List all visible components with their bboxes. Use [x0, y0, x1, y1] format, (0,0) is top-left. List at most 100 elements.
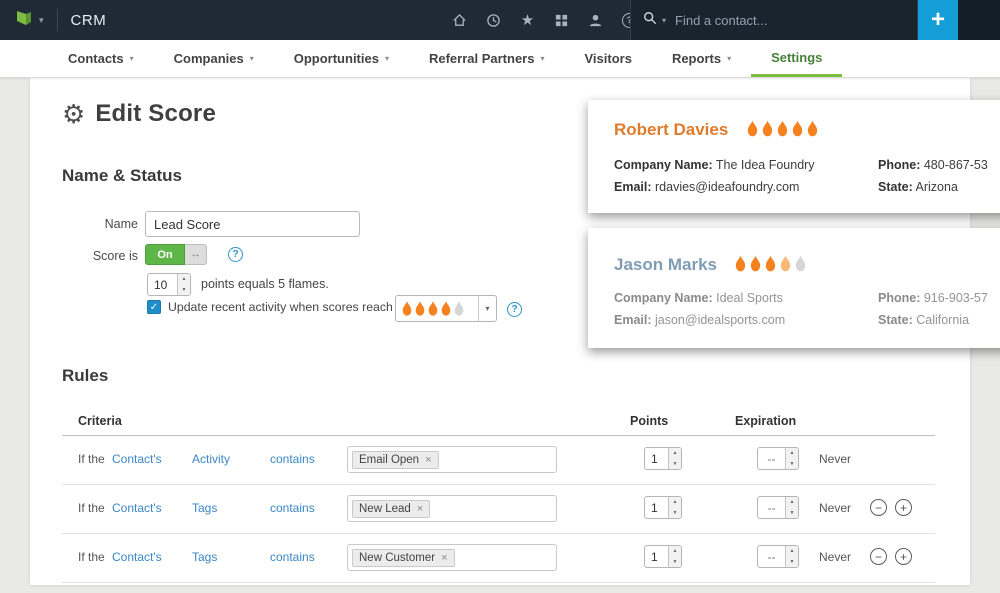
- rule-tag-input[interactable]: New Customer ×: [347, 544, 557, 571]
- add-rule-button[interactable]: +: [895, 548, 912, 565]
- stepper-arrows[interactable]: ▲▼: [668, 546, 681, 567]
- toggle-on-state: On: [145, 244, 185, 265]
- nav-companies[interactable]: Companies▾: [154, 40, 274, 77]
- stepper-arrows[interactable]: ▲▼: [785, 448, 798, 469]
- toggle-handle-icon[interactable]: ↔: [185, 244, 207, 265]
- flame-icon: [794, 255, 807, 272]
- rule-points-stepper[interactable]: 1 ▲▼: [644, 447, 682, 470]
- stepper-arrows[interactable]: ▲▼: [668, 497, 681, 518]
- update-activity-label: Update recent activity when scores reach: [168, 300, 393, 314]
- nav-referral-partners[interactable]: Referral Partners▾: [409, 40, 565, 77]
- contact-phone: Phone: 916-903-57: [878, 291, 988, 305]
- rule-entity-link[interactable]: Contact's: [112, 452, 162, 466]
- rule-prefix: If the: [78, 550, 105, 564]
- remove-rule-button[interactable]: −: [870, 548, 887, 565]
- favorites-icon[interactable]: ★: [520, 13, 535, 28]
- gear-icon: ⚙: [62, 101, 85, 127]
- user-icon[interactable]: [588, 13, 603, 28]
- name-status-heading: Name & Status: [62, 166, 182, 186]
- contact-flame-score: [746, 120, 819, 137]
- update-activity-checkbox[interactable]: ✓: [147, 300, 161, 314]
- contact-state: State: Arizona: [878, 180, 958, 194]
- score-name-input[interactable]: [145, 211, 360, 237]
- contact-search[interactable]: ▾: [630, 0, 918, 40]
- criteria-header: Criteria: [78, 414, 122, 428]
- search-scope-caret-icon[interactable]: ▾: [662, 16, 666, 25]
- rule-points-stepper[interactable]: 1 ▲▼: [644, 545, 682, 568]
- nav-settings[interactable]: Settings: [751, 40, 842, 77]
- stepper-arrows[interactable]: ▲▼: [668, 448, 681, 469]
- remove-rule-button[interactable]: −: [870, 499, 887, 516]
- rule-row: If the Contact's Activity contains Email…: [62, 436, 935, 485]
- rule-row: If the Contact's Tags contains New Custo…: [62, 534, 935, 583]
- flame-icon: [734, 255, 747, 272]
- rule-field-link[interactable]: Tags: [192, 550, 217, 564]
- flame-icon: [749, 255, 762, 272]
- tag-chip: New Lead ×: [352, 500, 430, 518]
- flame-threshold-dropdown[interactable]: ▾: [395, 295, 497, 322]
- rule-field-link[interactable]: Tags: [192, 501, 217, 515]
- rule-entity-link[interactable]: Contact's: [112, 501, 162, 515]
- rule-operator-link[interactable]: contains: [270, 452, 315, 466]
- rule-field-link[interactable]: Activity: [192, 452, 230, 466]
- flame-icon: [791, 120, 804, 137]
- search-input[interactable]: [675, 13, 905, 28]
- nav-opportunities[interactable]: Opportunities▾: [274, 40, 409, 77]
- quick-add-button[interactable]: +: [918, 0, 958, 40]
- contact-flame-score: [734, 255, 807, 272]
- chevron-down-icon: ▾: [540, 54, 544, 63]
- remove-tag-icon[interactable]: ×: [441, 552, 447, 564]
- nav-contacts[interactable]: Contacts▾: [48, 40, 154, 77]
- rule-row: If the Contact's Tags contains New Lead …: [62, 485, 935, 534]
- flame-points-stepper[interactable]: 10 ▲▼: [147, 273, 191, 296]
- score-on-off-toggle[interactable]: On ↔: [145, 244, 207, 265]
- contact-state: State: California: [878, 313, 969, 327]
- rule-prefix: If the: [78, 501, 105, 515]
- topbar-end-spacer: [958, 0, 1000, 40]
- stepper-down-icon: ▼: [786, 459, 798, 470]
- rule-expiration-stepper[interactable]: -- ▲▼: [757, 545, 799, 568]
- remove-tag-icon[interactable]: ×: [425, 454, 431, 466]
- nav-reports[interactable]: Reports▾: [652, 40, 751, 77]
- rule-points-stepper[interactable]: 1 ▲▼: [644, 496, 682, 519]
- rule-operator-link[interactable]: contains: [270, 550, 315, 564]
- contact-company: Company Name: The Idea Foundry: [614, 158, 815, 172]
- add-rule-button[interactable]: +: [895, 499, 912, 516]
- rule-entity-link[interactable]: Contact's: [112, 550, 162, 564]
- contact-phone: Phone: 480-867-53: [878, 158, 988, 172]
- flame-icon: [746, 120, 759, 137]
- rule-tag-input[interactable]: New Lead ×: [347, 495, 557, 522]
- rule-tag-input[interactable]: Email Open ×: [347, 446, 557, 473]
- stepper-arrows[interactable]: ▲▼: [785, 497, 798, 518]
- remove-tag-icon[interactable]: ×: [417, 503, 423, 515]
- nav-visitors[interactable]: Visitors: [564, 40, 651, 77]
- rule-expiration-stepper[interactable]: -- ▲▼: [757, 447, 799, 470]
- stepper-arrows[interactable]: ▲▼: [785, 546, 798, 567]
- flame-icon: [440, 301, 452, 316]
- apps-icon[interactable]: [554, 13, 569, 28]
- brand-logo-icon: [14, 8, 34, 33]
- page-title-row: ⚙ Edit Score: [62, 100, 216, 128]
- chevron-down-icon[interactable]: ▾: [478, 296, 496, 321]
- stepper-down-icon: ▼: [669, 557, 681, 568]
- history-icon[interactable]: [486, 13, 501, 28]
- chevron-down-icon: ▾: [727, 54, 731, 63]
- flame-icon: [764, 255, 777, 272]
- home-icon[interactable]: [452, 13, 467, 28]
- stepper-up-icon: ▲: [669, 497, 681, 508]
- flame-icon: [427, 301, 439, 316]
- contact-company: Company Name: Ideal Sports: [614, 291, 783, 305]
- stepper-arrows[interactable]: ▲▼: [177, 274, 190, 295]
- contact-name-link[interactable]: Jason Marks: [614, 255, 717, 275]
- rule-expiration-stepper[interactable]: -- ▲▼: [757, 496, 799, 519]
- chevron-down-icon: ▾: [250, 54, 254, 63]
- contact-name-link[interactable]: Robert Davies: [614, 120, 728, 140]
- score-help-icon[interactable]: ?: [228, 247, 243, 262]
- contact-email: Email: rdavies@ideafoundry.com: [614, 180, 799, 194]
- points-caption: points equals 5 flames.: [201, 277, 329, 291]
- expiration-never-label: Never: [819, 501, 851, 515]
- contact-preview-card: Robert Davies Company Name: The Idea Fou…: [588, 100, 1000, 213]
- app-switcher[interactable]: ▾: [0, 0, 44, 40]
- rule-operator-link[interactable]: contains: [270, 501, 315, 515]
- threshold-help-icon[interactable]: ?: [507, 302, 522, 317]
